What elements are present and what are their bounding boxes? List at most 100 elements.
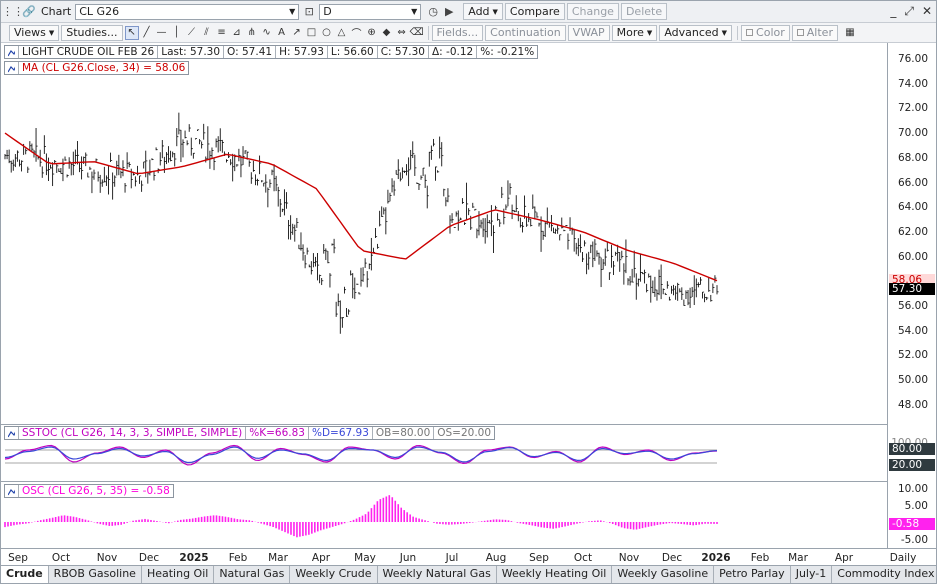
date-label: 2026 bbox=[701, 552, 731, 564]
tab-commodity-index[interactable]: Commodity Index bbox=[832, 566, 936, 583]
stoch-os-tag: 20.00 bbox=[889, 459, 935, 471]
date-label: Dec bbox=[661, 552, 683, 564]
vwap-button[interactable]: VWAP bbox=[567, 24, 610, 41]
price-tick-label: 52.00 bbox=[897, 349, 928, 362]
minimize-icon[interactable]: _ bbox=[890, 4, 896, 19]
settings-icon[interactable]: ▦ bbox=[843, 26, 857, 40]
pane-divider[interactable] bbox=[1, 424, 936, 425]
triangle-tool-icon[interactable]: △ bbox=[335, 26, 349, 40]
chart-area[interactable]: LIGHT CRUDE OIL FEB 26 Last: 57.30 O: 57… bbox=[1, 43, 887, 548]
date-label: Dec bbox=[138, 552, 160, 564]
interval-input[interactable]: D ▼ bbox=[319, 3, 422, 20]
symbol-input[interactable]: CL G26 ▼ bbox=[75, 3, 300, 20]
advanced-button[interactable]: Advanced ▼ bbox=[659, 24, 733, 41]
price-axis[interactable]: 76.00 74.00 72.00 70.00 68.00 66.00 64.00 62.00… bbox=[887, 43, 936, 548]
delete-button[interactable]: Delete bbox=[620, 3, 668, 20]
add-button[interactable]: Add ▼ bbox=[463, 3, 503, 20]
date-label: Nov bbox=[96, 552, 118, 564]
stoch-ob-tag: 80.00 bbox=[889, 443, 935, 455]
cursor-icon[interactable]: ↖ bbox=[124, 25, 139, 40]
play-icon[interactable]: ▶ bbox=[441, 4, 457, 20]
compare-button[interactable]: Compare bbox=[504, 3, 565, 20]
legend-last: Last: 57.30 bbox=[158, 46, 225, 58]
dropdown-arrow-icon: ▼ bbox=[646, 28, 653, 37]
arrow-tool-icon[interactable]: ↗ bbox=[290, 26, 304, 40]
price-tick-label: 62.00 bbox=[897, 225, 928, 238]
tab-natural-gas[interactable]: Natural Gas bbox=[214, 566, 291, 583]
price-tick-label: 48.00 bbox=[897, 398, 928, 411]
window-controls: _ ⤢ ✕ bbox=[890, 4, 932, 19]
erase-icon[interactable]: ⌫ bbox=[409, 26, 423, 40]
zoom-in-icon[interactable]: ⊕ bbox=[365, 26, 379, 40]
stoch-legend-name: SSTOC (CL G26, 14, 3, 3, SIMPLE, SIMPLE) bbox=[19, 427, 247, 439]
stoch-legend-k: %K=66.83 bbox=[246, 427, 309, 439]
line-tool-icon[interactable]: ╱ bbox=[140, 26, 154, 40]
vertical-line-icon[interactable]: │ bbox=[170, 26, 184, 40]
tab-july-1[interactable]: July-1 bbox=[791, 566, 833, 583]
tab-weekly-heating-oil[interactable]: Weekly Heating Oil bbox=[497, 566, 613, 583]
maximize-icon[interactable]: ⤢ bbox=[904, 4, 914, 19]
window-title: Chart bbox=[41, 5, 72, 18]
tab-weekly-gasoline[interactable]: Weekly Gasoline bbox=[612, 566, 715, 583]
pane-divider[interactable] bbox=[1, 481, 936, 482]
change-button[interactable]: Change bbox=[566, 3, 619, 20]
date-label: Oct bbox=[573, 552, 593, 564]
toolbar-divider bbox=[427, 25, 429, 40]
cycle-icon[interactable]: ∿ bbox=[260, 26, 274, 40]
views-button[interactable]: Views ▼ bbox=[9, 24, 60, 41]
horizontal-line-icon[interactable]: — bbox=[155, 26, 169, 40]
dropdown-arrow-icon[interactable]: ▼ bbox=[289, 7, 295, 16]
dropdown-arrow-icon: ▼ bbox=[492, 7, 498, 16]
text-tool-icon[interactable]: A bbox=[275, 26, 289, 40]
tab-rbob-gasoline[interactable]: RBOB Gasoline bbox=[49, 566, 142, 583]
link-icon[interactable]: 🔗 bbox=[21, 4, 37, 20]
price-tick-label: 74.00 bbox=[897, 77, 928, 90]
fields-button[interactable]: Fields... bbox=[431, 24, 484, 41]
date-label: Mar bbox=[268, 552, 288, 564]
osc-legend[interactable]: OSC (CL G26, 5, 35) = -0.58 bbox=[4, 484, 174, 498]
stoch-legend[interactable]: SSTOC (CL G26, 14, 3, 3, SIMPLE, SIMPLE)… bbox=[4, 426, 496, 440]
chart-canvas[interactable] bbox=[1, 43, 887, 548]
dropdown-arrow-icon: ▼ bbox=[48, 28, 55, 37]
advanced-label: Advanced bbox=[664, 26, 719, 39]
channel-icon[interactable]: ⫽ bbox=[200, 26, 214, 40]
lookup-icon[interactable]: ⊡ bbox=[301, 4, 317, 20]
extended-line-icon[interactable]: ⟋ bbox=[185, 26, 199, 40]
tab-crude[interactable]: Crude bbox=[1, 566, 49, 583]
legend-low: L: 56.60 bbox=[328, 46, 378, 58]
tab-petro-parlay[interactable]: Petro Parlay bbox=[714, 566, 791, 583]
ellipse-tool-icon[interactable]: ○ bbox=[320, 26, 334, 40]
fibonacci-icon[interactable]: ≡ bbox=[215, 26, 229, 40]
date-label: 2025 bbox=[179, 552, 209, 564]
gann-icon[interactable]: ⊿ bbox=[230, 26, 244, 40]
more-button[interactable]: More ▼ bbox=[611, 24, 658, 41]
osc-tick-label: 10.00 bbox=[897, 483, 928, 495]
tab-weekly-crude[interactable]: Weekly Crude bbox=[290, 566, 378, 583]
alter-button[interactable]: Alter bbox=[791, 24, 838, 41]
rectangle-tool-icon[interactable]: □ bbox=[305, 26, 319, 40]
price-tick-label: 56.00 bbox=[897, 300, 928, 312]
interval-indicator[interactable]: Daily bbox=[890, 552, 917, 564]
arc-tool-icon[interactable]: ⌒ bbox=[350, 26, 364, 40]
color-button[interactable]: Color bbox=[741, 24, 790, 41]
date-axis[interactable]: Sep Oct Nov Dec 2025 Feb Mar Apr May Jun Jul Aug Sep… bbox=[1, 548, 936, 565]
clock-icon[interactable]: ◷ bbox=[425, 4, 441, 20]
dropdown-arrow-icon[interactable]: ▼ bbox=[411, 7, 417, 16]
tab-weekly-natural-gas[interactable]: Weekly Natural Gas bbox=[378, 566, 497, 583]
close-icon[interactable]: ✕ bbox=[922, 4, 932, 19]
drag-handle-icon[interactable]: ⋮⋮ bbox=[2, 4, 24, 20]
studies-button[interactable]: Studies... bbox=[61, 24, 123, 41]
more-label: More bbox=[616, 26, 644, 39]
measure-icon[interactable]: ⇔ bbox=[395, 26, 409, 40]
date-label: May bbox=[354, 552, 376, 564]
price-tick-label: 70.00 bbox=[897, 127, 928, 140]
marker-icon[interactable]: ◆ bbox=[380, 26, 394, 40]
date-label: Jul bbox=[445, 552, 459, 564]
tab-heating-oil[interactable]: Heating Oil bbox=[142, 566, 215, 583]
last-price-tag: 57.30 bbox=[889, 283, 935, 295]
study-icon bbox=[5, 62, 19, 74]
continuation-button[interactable]: Continuation bbox=[485, 24, 566, 41]
ma-legend[interactable]: MA (CL G26.Close, 34) = 58.06 bbox=[4, 61, 190, 75]
pitchfork-icon[interactable]: ⋔ bbox=[245, 26, 259, 40]
price-legend[interactable]: LIGHT CRUDE OIL FEB 26 Last: 57.30 O: 57… bbox=[4, 45, 539, 59]
